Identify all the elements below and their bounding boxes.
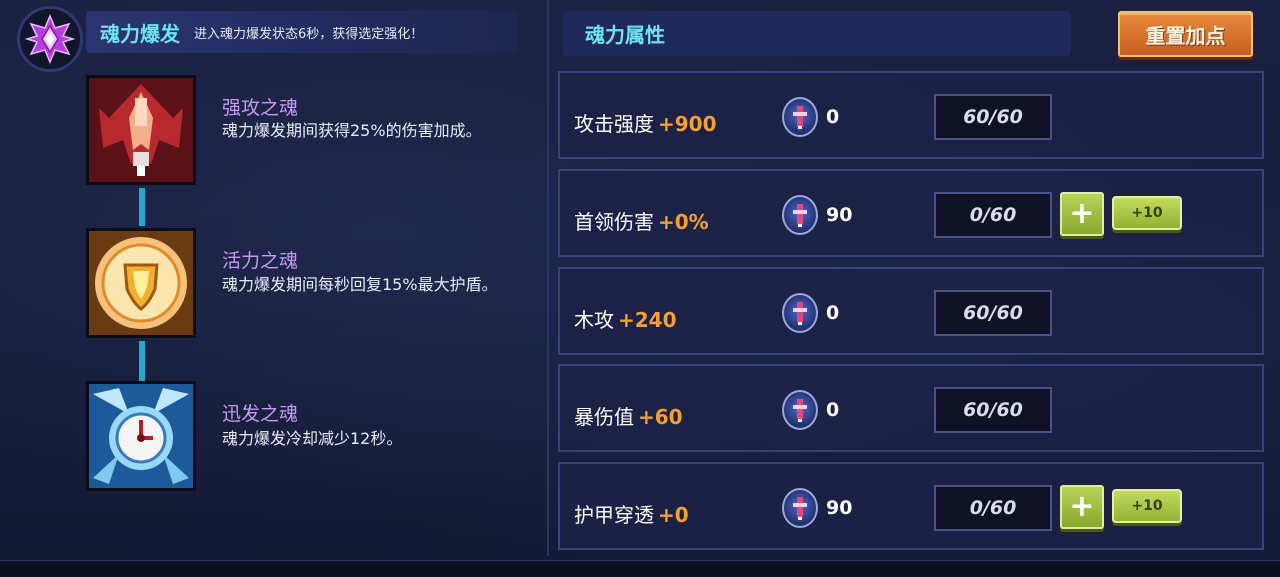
attribute-label: 木攻 +240	[574, 304, 677, 333]
attribute-name: 木攻	[574, 308, 614, 332]
soul-burst-header: 魂力爆发 进入魂力爆发状态6秒，获得选定强化！	[86, 11, 518, 53]
soul-title: 迅发之魂	[222, 403, 299, 425]
attribute-bonus: +900	[658, 112, 717, 136]
attribute-bonus: +60	[638, 405, 683, 429]
gold-shield-icon[interactable]	[86, 228, 196, 338]
add-ten-points-button[interactable]: +10	[1112, 489, 1182, 523]
soul-gem-icon	[782, 97, 818, 137]
panel-divider	[547, 0, 549, 556]
soul-title: 活力之魂	[222, 250, 299, 272]
attribute-row: 暴伤值 +60 0 60/60	[558, 364, 1264, 452]
reset-points-button[interactable]: 重置加点	[1118, 11, 1253, 57]
soul-description: 魂力爆发冷却减少12秒。	[222, 429, 403, 448]
add-point-button[interactable]: +	[1060, 485, 1104, 529]
attribute-label: 首领伤害 +0%	[574, 206, 709, 235]
gem-count: 0	[826, 106, 840, 128]
attribute-level: 0/60	[934, 192, 1052, 238]
attribute-level: 60/60	[934, 290, 1052, 336]
add-point-button[interactable]: +	[1060, 192, 1104, 236]
attributes-title: 魂力属性	[585, 23, 665, 47]
attribute-label: 暴伤值 +60	[574, 401, 683, 430]
attribute-name: 攻击强度	[574, 112, 654, 136]
soul-description: 魂力爆发期间获得25%的伤害加成。	[222, 121, 482, 140]
attribute-bonus: +0	[658, 503, 689, 527]
purple-crystal-icon	[17, 6, 83, 72]
gem-count: 0	[826, 399, 840, 421]
attribute-bonus: +240	[618, 308, 677, 332]
gem-count: 0	[826, 302, 840, 324]
attribute-name: 护甲穿透	[574, 503, 654, 527]
red-rocket-icon[interactable]	[86, 75, 196, 185]
attribute-row: 护甲穿透 +0 90 0/60 + +10	[558, 462, 1264, 550]
gem-count: 90	[826, 204, 853, 226]
attribute-level: 0/60	[934, 485, 1052, 531]
attribute-level: 60/60	[934, 94, 1052, 140]
soul-title: 强攻之魂	[222, 97, 299, 119]
attribute-level: 60/60	[934, 387, 1052, 433]
attribute-label: 攻击强度 +900	[574, 108, 717, 137]
attributes-header: 魂力属性	[563, 11, 1071, 56]
soul-gem-icon	[782, 390, 818, 430]
soul-connector	[139, 188, 145, 226]
attribute-row: 攻击强度 +900 0 60/60	[558, 71, 1264, 159]
attribute-name: 暴伤值	[574, 405, 634, 429]
soul-gem-icon	[782, 293, 818, 333]
bottom-bar	[0, 560, 1280, 577]
soul-gem-icon	[782, 488, 818, 528]
gem-count: 90	[826, 497, 853, 519]
attribute-row: 首领伤害 +0% 90 0/60 + +10	[558, 169, 1264, 257]
soul-description: 魂力爆发期间每秒回复15%最大护盾。	[222, 275, 498, 294]
soul-burst-title: 魂力爆发	[100, 21, 180, 46]
attribute-label: 护甲穿透 +0	[574, 499, 689, 528]
blue-clock-icon[interactable]	[86, 381, 196, 491]
attribute-name: 首领伤害	[574, 210, 654, 234]
attribute-bonus: +0%	[658, 210, 709, 234]
soul-burst-description: 进入魂力爆发状态6秒，获得选定强化！	[194, 26, 424, 42]
attribute-row: 木攻 +240 0 60/60	[558, 267, 1264, 355]
soul-connector	[139, 341, 145, 381]
add-ten-points-button[interactable]: +10	[1112, 196, 1182, 230]
soul-gem-icon	[782, 195, 818, 235]
